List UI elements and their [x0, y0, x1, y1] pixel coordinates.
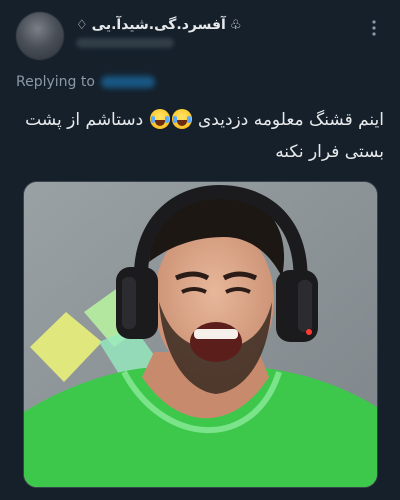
replying-to: Replying to: [16, 74, 155, 90]
diamond-suit-icon: ♢: [76, 17, 88, 33]
more-vertical-icon: [372, 20, 376, 36]
tweet-text-line-1: اینم قشنگ معلومه دزدیدی دستاشم از پشت: [18, 104, 384, 136]
tweet-text-part-2: دستاشم از پشت: [25, 110, 144, 130]
author-handle-blurred: [76, 38, 174, 48]
tweet-photo[interactable]: [23, 181, 378, 488]
club-suit-icon: ♧: [229, 17, 242, 33]
more-options-button[interactable]: [366, 20, 382, 36]
tweet-text-line-2: بستی فرار نکنه: [275, 142, 384, 162]
avatar[interactable]: [16, 12, 64, 60]
tweet[interactable]: ♢ آفسرد.گی.شیدآ.یی ♧ Replying to اینم قش…: [0, 0, 400, 500]
laughing-man-photo: [24, 182, 377, 487]
replying-to-label: Replying to: [16, 74, 95, 90]
tears-of-joy-emoji-icon: [171, 109, 192, 129]
tweet-text: اینم قشنگ معلومه دزدیدی دستاشم از پشت بس…: [18, 104, 384, 168]
display-name: آفسرد.گی.شیدآ.یی: [91, 17, 226, 33]
author-name[interactable]: ♢ آفسرد.گی.شیدآ.یی ♧: [76, 14, 241, 36]
replying-to-handle-blurred[interactable]: [100, 76, 155, 88]
tweet-text-part-1: اینم قشنگ معلومه دزدیدی: [198, 110, 384, 130]
tears-of-joy-emoji-icon: [149, 109, 170, 129]
